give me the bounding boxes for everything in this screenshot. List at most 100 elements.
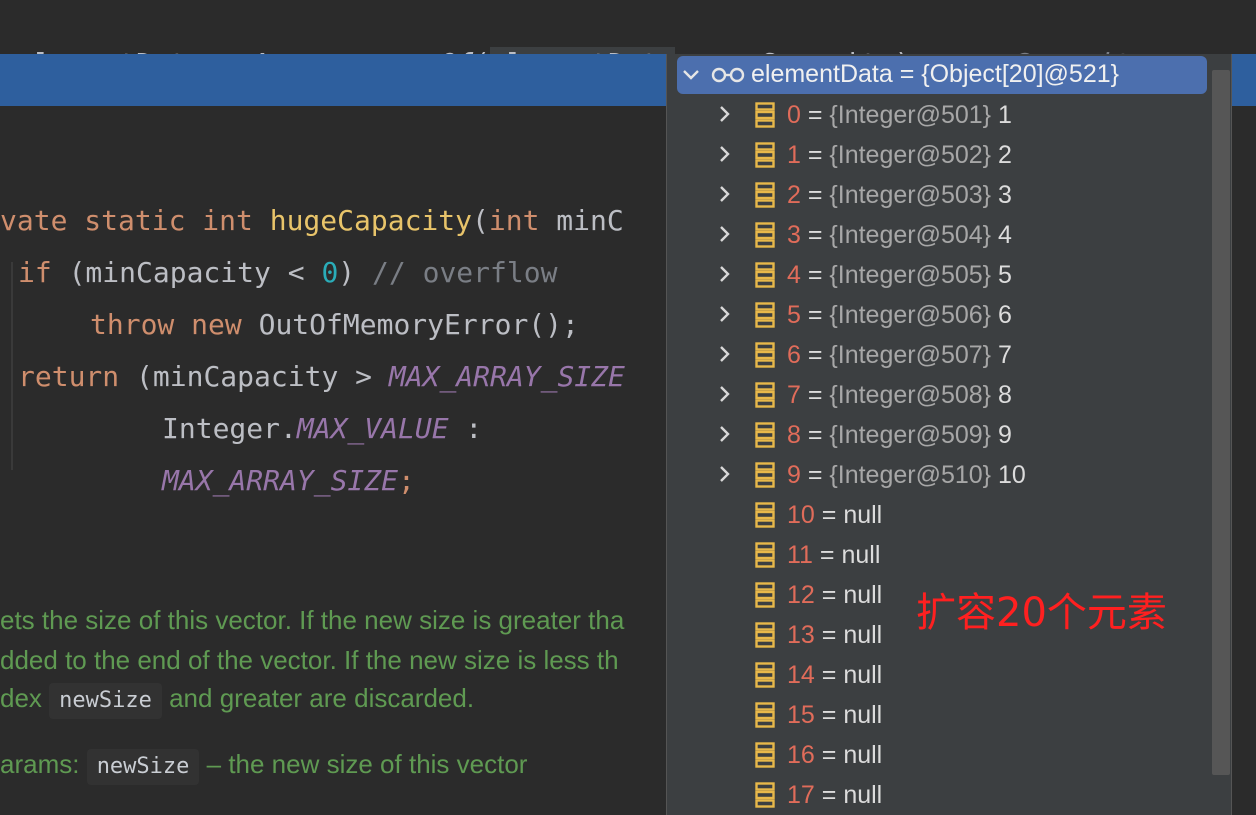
variable-value: null bbox=[843, 661, 883, 689]
variable-row[interactable]: 9 = {Integer@510} 10 bbox=[667, 455, 1207, 495]
variable-row[interactable]: 11 = null bbox=[667, 535, 1207, 575]
variable-row[interactable]: 3 = {Integer@504} 4 bbox=[667, 215, 1207, 255]
chevron-right-icon[interactable] bbox=[713, 422, 737, 446]
array-element-icon bbox=[755, 662, 775, 688]
array-element-icon bbox=[755, 462, 775, 488]
chevron-right-icon[interactable] bbox=[713, 262, 737, 286]
variable-row-label: 7 = {Integer@508} 8 bbox=[787, 375, 1012, 415]
variable-type: {Integer@507} bbox=[829, 341, 992, 369]
variable-index: 7 bbox=[787, 381, 801, 409]
variable-value: 5 bbox=[991, 261, 1012, 289]
chevron-down-icon[interactable] bbox=[679, 63, 703, 87]
chevron-right-icon[interactable] bbox=[713, 462, 737, 486]
variable-row[interactable]: 8 = {Integer@509} 9 bbox=[667, 415, 1207, 455]
variable-index: 13 bbox=[787, 621, 815, 649]
variable-equals: = bbox=[814, 701, 844, 729]
variable-value: null bbox=[843, 621, 883, 649]
variable-value: null bbox=[841, 541, 881, 569]
variable-equals: = bbox=[800, 261, 830, 289]
variable-value: 7 bbox=[991, 341, 1012, 369]
chevron-right-icon[interactable] bbox=[713, 302, 737, 326]
variable-equals: = bbox=[800, 301, 830, 329]
variable-row-label: 14 = null bbox=[787, 655, 882, 695]
variable-equals: = bbox=[800, 421, 830, 449]
chevron-right-icon[interactable] bbox=[713, 222, 737, 246]
variable-type: {Integer@506} bbox=[829, 301, 992, 329]
variable-index: 0 bbox=[787, 101, 801, 129]
array-element-icon bbox=[755, 182, 775, 208]
variable-equals: = bbox=[814, 621, 844, 649]
variable-equals: = bbox=[814, 501, 844, 529]
variable-equals: = bbox=[814, 661, 844, 689]
variable-row-label: 13 = null bbox=[787, 615, 882, 655]
variable-row[interactable]: 17 = null bbox=[667, 775, 1207, 815]
variable-type: {Integer@503} bbox=[829, 181, 992, 209]
array-element-icon bbox=[755, 302, 775, 328]
chevron-right-icon[interactable] bbox=[713, 102, 737, 126]
variable-row[interactable]: 16 = null bbox=[667, 735, 1207, 775]
watch-glasses-icon bbox=[711, 67, 745, 83]
variable-row[interactable]: 14 = null bbox=[667, 655, 1207, 695]
variable-index: 5 bbox=[787, 301, 801, 329]
doc-code-chip: newSize bbox=[86, 749, 200, 785]
doc-text: and greater are discarded. bbox=[161, 683, 475, 713]
code-keyword: return bbox=[18, 360, 120, 393]
variable-type: {Integer@508} bbox=[829, 381, 992, 409]
variable-index: 16 bbox=[787, 741, 815, 769]
doc-text: – the new size of this vector bbox=[199, 749, 528, 779]
variable-index: 11 bbox=[787, 541, 813, 569]
array-element-icon bbox=[755, 582, 775, 608]
variable-row-label: 2 = {Integer@503} 3 bbox=[787, 175, 1012, 215]
variable-row[interactable]: 6 = {Integer@507} 7 bbox=[667, 335, 1207, 375]
variable-type: {Integer@510} bbox=[829, 461, 992, 489]
code-token: : bbox=[448, 412, 483, 445]
chevron-right-icon[interactable] bbox=[713, 342, 737, 366]
variable-value: 10 bbox=[991, 461, 1026, 489]
array-element-icon bbox=[755, 422, 775, 448]
variable-value: 9 bbox=[991, 421, 1012, 449]
variable-row-label: 0 = {Integer@501} 1 bbox=[787, 95, 1012, 135]
variable-index: 9 bbox=[787, 461, 801, 489]
variable-row[interactable]: 7 = {Integer@508} 8 bbox=[667, 375, 1207, 415]
array-element-icon bbox=[755, 382, 775, 408]
variable-index: 8 bbox=[787, 421, 801, 449]
variable-value: null bbox=[843, 701, 883, 729]
variable-equals: = bbox=[814, 581, 844, 609]
variable-equals: = bbox=[800, 461, 830, 489]
array-element-icon bbox=[755, 782, 775, 808]
variable-row[interactable]: 2 = {Integer@503} 3 bbox=[667, 175, 1207, 215]
variable-type: {Integer@501} bbox=[829, 101, 992, 129]
popup-header-row[interactable]: elementData = {Object[20]@521} bbox=[677, 56, 1207, 94]
chevron-right-icon[interactable] bbox=[713, 182, 737, 206]
variable-row[interactable]: 0 = {Integer@501} 1 bbox=[667, 95, 1207, 135]
doc-line-3: dex newSize and greater are discarded. bbox=[0, 680, 474, 719]
variable-equals: = bbox=[800, 101, 830, 129]
variable-row[interactable]: 4 = {Integer@505} 5 bbox=[667, 255, 1207, 295]
variable-row[interactable]: 15 = null bbox=[667, 695, 1207, 735]
array-element-icon bbox=[755, 622, 775, 648]
variable-equals: = bbox=[812, 541, 842, 569]
variable-type: {Integer@505} bbox=[829, 261, 992, 289]
variable-row[interactable]: 1 = {Integer@502} 2 bbox=[667, 135, 1207, 175]
popup-header-label: elementData = {Object[20]@521} bbox=[751, 60, 1119, 88]
variable-row-label: 4 = {Integer@505} 5 bbox=[787, 255, 1012, 295]
code-constant: MAX_ARRAY_SIZE bbox=[162, 464, 399, 497]
variable-equals: = bbox=[800, 181, 830, 209]
variable-equals: = bbox=[800, 141, 830, 169]
variable-value: null bbox=[843, 741, 883, 769]
variable-value: null bbox=[843, 501, 883, 529]
array-element-icon bbox=[755, 222, 775, 248]
variable-index: 3 bbox=[787, 221, 801, 249]
variable-row-label: 10 = null bbox=[787, 495, 882, 535]
variable-row-label: 8 = {Integer@509} 9 bbox=[787, 415, 1012, 455]
variable-row[interactable]: 5 = {Integer@506} 6 bbox=[667, 295, 1207, 335]
array-element-icon bbox=[755, 342, 775, 368]
variable-index: 4 bbox=[787, 261, 801, 289]
variable-row[interactable]: 10 = null bbox=[667, 495, 1207, 535]
array-element-icon bbox=[755, 262, 775, 288]
chevron-right-icon[interactable] bbox=[713, 142, 737, 166]
variable-index: 1 bbox=[787, 141, 801, 169]
chevron-right-icon[interactable] bbox=[713, 382, 737, 406]
doc-line-4: arams: newSize – the new size of this ve… bbox=[0, 746, 527, 785]
scrollbar[interactable] bbox=[1212, 70, 1230, 775]
